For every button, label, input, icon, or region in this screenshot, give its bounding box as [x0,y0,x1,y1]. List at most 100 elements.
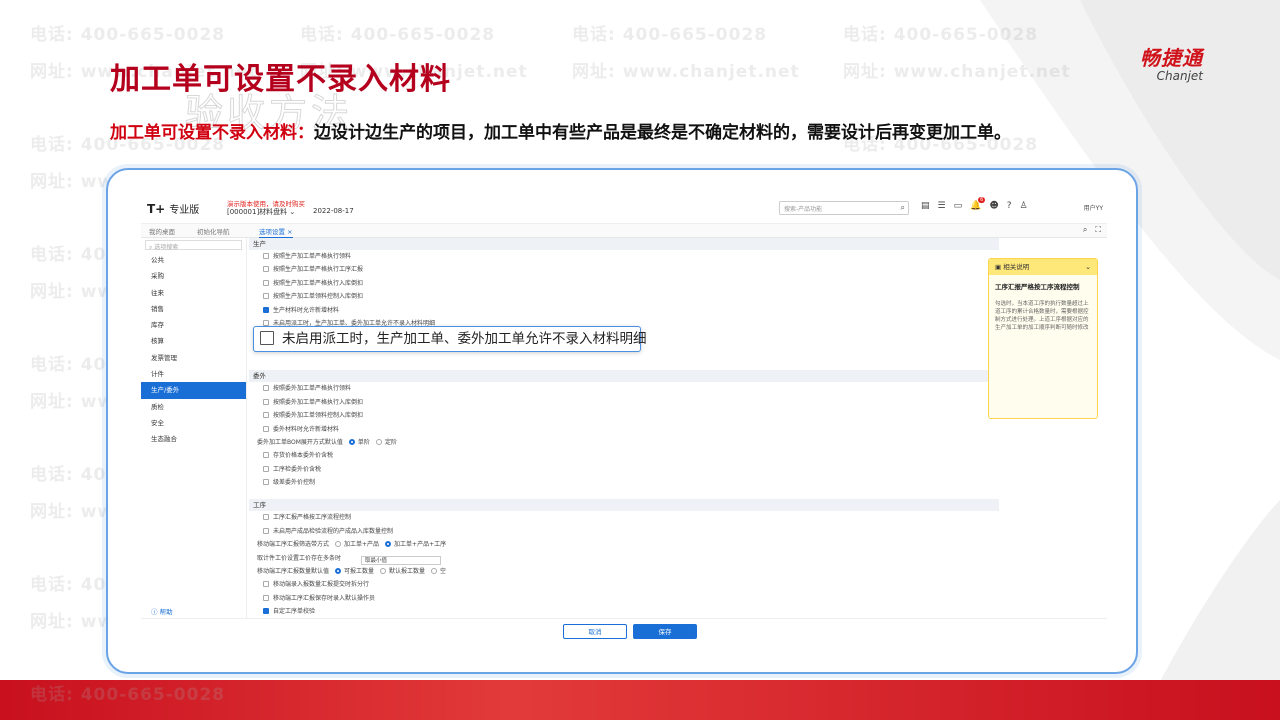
chevron-down-icon[interactable]: ⌄ [1085,259,1091,275]
radio[interactable] [380,568,387,575]
footer-bar: 取消 保存 [141,618,1107,647]
radio[interactable] [431,568,438,575]
subtitle-text: 边设计边生产的项目，加工单中有些产品是最终是不确定材料的，需要设计后再变更加工单… [314,123,1011,143]
tab-desk[interactable]: 我的桌面 [149,226,175,236]
sidebar-item-inventory[interactable]: 库存 [141,317,246,333]
list-icon[interactable]: ☰ [938,201,946,211]
checkbox[interactable] [263,293,269,300]
checkbox[interactable] [263,465,269,472]
checkbox[interactable] [263,527,269,534]
piece-price-select[interactable]: 取最小值 [361,555,442,565]
radio[interactable] [375,438,382,445]
option-row[interactable]: 按照委外加工单严格执行入库倒扣 [249,396,999,409]
checkbox-checked[interactable] [263,608,269,615]
checkbox[interactable] [263,514,269,521]
cancel-button[interactable]: 取消 [563,624,627,639]
option-row[interactable]: 按照生产加工单严格执行领料 [249,250,999,263]
search-icon[interactable]: ⌕ [1083,225,1087,235]
option-row[interactable]: 按照生产加工单严格执行工序汇报 [249,263,999,276]
close-icon[interactable]: × [287,228,292,236]
option-row[interactable]: 未启用产成品检验流程的产成品入库数量控制 [249,525,999,538]
search-icon[interactable]: ⌕ [901,203,905,213]
section-process: 工序 [249,499,999,512]
option-row[interactable]: 按照生产加工单严格执行入库倒扣 [249,277,999,290]
toolbar-icons: ▤ ☰ ▭ 🔔 6 ☻ ? ♙ [921,197,1028,211]
notification-icon[interactable]: 🔔 6 [970,197,986,211]
checkbox[interactable] [260,331,274,345]
help-link[interactable]: ⓘ 帮助 [151,606,173,616]
help-circle-icon: ⓘ [151,608,158,616]
radio-selected[interactable] [335,568,342,575]
options-content: 生产 按照生产加工单严格执行领料 按照生产加工单严格执行工序汇报 按照生产加工单… [249,238,999,618]
checkbox-checked[interactable] [263,306,269,313]
option-row[interactable]: 移动端工序汇报保存时录入默认操作员 [249,592,999,605]
sidebar-item-security[interactable]: 安全 [141,415,246,431]
checkbox[interactable] [263,279,269,286]
slide-subtitle: 加工单可设置不录入材料：边设计边生产的项目，加工单中有些产品是最终是不确定材料的… [110,118,1011,143]
tab-wizard[interactable]: 初始化导航 [197,226,230,236]
sidebar-item-piecework[interactable]: 计件 [141,366,246,382]
search-icon: ⌕ [149,244,153,251]
sidebar: ⌕ 选项搜索 公共 采购 往来 销售 库存 核算 发票管理 计件 生产/委外 质… [141,238,247,647]
save-button[interactable]: 保存 [633,624,697,639]
option-row[interactable]: 级差委外价控制 [249,476,999,489]
option-row[interactable]: 自定工序单校验 [249,605,999,618]
option-row[interactable]: 按照生产加工单领料控制入库倒扣 [249,290,999,303]
option-row[interactable]: 工序汇报严格按工序流程控制 [249,511,999,524]
checkbox[interactable] [263,425,269,432]
checkbox[interactable] [263,452,269,459]
checkbox[interactable] [263,385,269,392]
radio-selected[interactable] [385,541,392,548]
checkbox[interactable] [263,266,269,273]
watermark: 电话: 400-665-0028网址: www.chanjet.net [843,25,1071,82]
info-panel-title: 工序汇报严格按工序流程控制 [995,283,1080,291]
checkbox[interactable] [263,594,269,601]
option-row[interactable]: 按照委外加工单领料控制入库倒扣 [249,409,999,422]
user-name[interactable]: 用户YY [1084,203,1103,212]
option-row[interactable]: 生产材料时允许新增材料 [249,304,999,317]
sidebar-item-ecosystem[interactable]: 生态融合 [141,431,246,447]
watermark: 电话: 400-665-0028网址: www.chanjet.net [572,25,800,82]
mascot-icon[interactable]: ☻ [989,201,998,211]
app-brand[interactable]: T+ 专业版 [147,201,199,216]
callout-zoom[interactable]: 未启用派工时，生产加工单、委外加工单允许不录入材料明细 [253,326,647,352]
info-panel-header[interactable]: ▣ 相关说明 ⌄ [989,259,1097,275]
option-row[interactable]: 移动端录入报数量汇报提交时拆分行 [249,578,999,591]
calculator-icon[interactable]: ▤ [921,201,930,211]
slide-title: 加工单可设置不录入材料 [110,62,451,97]
option-row[interactable]: 工序检委外价含税 [249,463,999,476]
sidebar-item-costing[interactable]: 核算 [141,333,246,349]
info-panel: ▣ 相关说明 ⌄ 工序汇报严格按工序流程控制 勾选时，当本道工序的执行数量超过上道… [988,258,1098,419]
checkbox[interactable] [263,581,269,588]
radio[interactable] [335,541,342,548]
login-date: 2022-08-17 [313,207,354,215]
sidebar-item-invoice[interactable]: 发票管理 [141,350,246,366]
user-icon[interactable]: ♙ [1020,201,1028,211]
tab-options[interactable]: 选项设置 × [259,226,293,238]
option-row[interactable]: 委外材料时允许新增材料 [249,423,999,436]
checkbox[interactable] [263,398,269,405]
account-selector[interactable]: [000001]材料盘料 ⌄ [227,207,295,217]
sidebar-item-sales[interactable]: 销售 [141,301,246,317]
fullscreen-icon[interactable]: ⛶ [1095,225,1101,235]
sidebar-item-accounts[interactable]: 往来 [141,285,246,301]
search-input[interactable]: 搜索-产品功能 ⌕ [779,201,909,215]
logo-cn: 畅捷通 [1140,46,1203,70]
sidebar-item-public[interactable]: 公共 [141,252,246,268]
radio-selected[interactable] [348,438,355,445]
sidebar-search-input[interactable]: ⌕ 选项搜索 [145,240,242,251]
checkbox[interactable] [263,479,269,486]
sidebar-item-purchase[interactable]: 采购 [141,268,246,284]
sidebar-item-production[interactable]: 生产/委外 [141,382,246,399]
section-production: 生产 [249,238,999,250]
checkbox[interactable] [263,412,269,419]
bom-expand-row: 委外加工单BOM展开方式默认值 单阶 定阶 [257,438,397,446]
sidebar-item-quality[interactable]: 质检 [141,399,246,415]
option-row[interactable]: 按照委外加工单严格执行领料 [249,382,999,395]
checkbox[interactable] [263,253,269,259]
help-circle-icon[interactable]: ? [1007,201,1012,211]
monitor-icon[interactable]: ▭ [954,201,963,211]
option-row[interactable]: 存货价格本委外价含税 [249,449,999,462]
tab-tools: ⌕ ⛶ [1083,225,1101,235]
